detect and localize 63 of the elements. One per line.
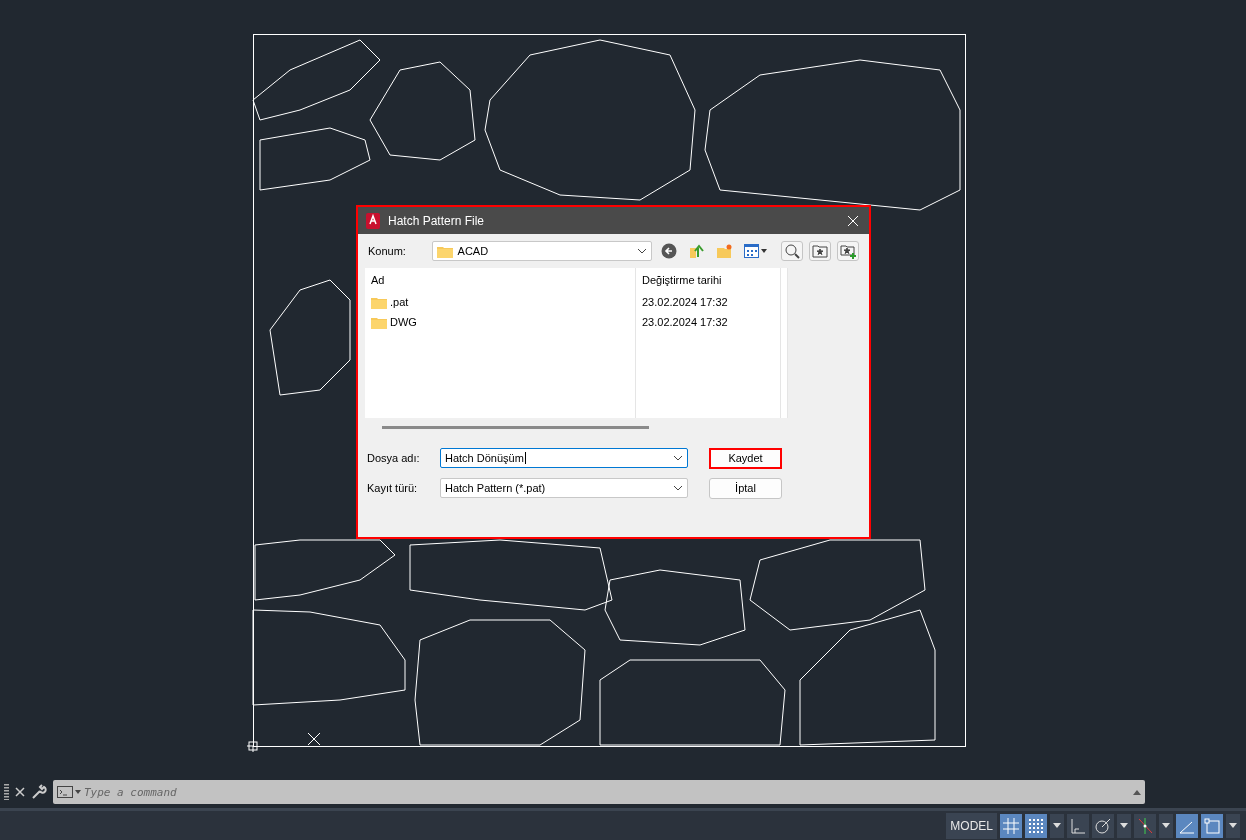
chevron-down-icon[interactable] bbox=[637, 248, 648, 254]
new-folder-icon bbox=[716, 244, 733, 258]
wrench-icon[interactable] bbox=[31, 784, 47, 800]
terminal-icon bbox=[57, 786, 81, 798]
file-row[interactable]: DWG bbox=[365, 312, 636, 332]
app-logo-icon bbox=[366, 212, 380, 229]
folder-star-plus-icon bbox=[840, 243, 857, 259]
location-dropdown[interactable]: ACAD bbox=[431, 241, 653, 261]
grip-icon bbox=[4, 784, 9, 800]
view-grid-icon bbox=[743, 244, 768, 258]
location-label: Konum: bbox=[368, 245, 407, 257]
command-line-field[interactable]: Type a command bbox=[53, 780, 1145, 804]
caret-down-icon[interactable] bbox=[1229, 823, 1237, 828]
cancel-button[interactable]: İptal bbox=[709, 477, 782, 499]
caret-down-icon[interactable] bbox=[1120, 823, 1128, 828]
folder-icon bbox=[371, 295, 387, 309]
folder-icon bbox=[436, 244, 453, 258]
file-type-dropdown[interactable]: Hatch Pattern (*.pat) bbox=[440, 478, 688, 498]
right-angle-icon bbox=[1070, 817, 1086, 834]
status-toggle-button[interactable] bbox=[1067, 813, 1089, 838]
chevron-down-icon[interactable] bbox=[673, 485, 683, 491]
search-icon bbox=[784, 243, 801, 259]
column-header[interactable]: Ad bbox=[365, 268, 636, 292]
status-toggle-button[interactable] bbox=[1201, 813, 1223, 838]
status-menu-button[interactable] bbox=[1159, 813, 1173, 838]
status-toggle-button[interactable] bbox=[1176, 813, 1198, 838]
model-tab[interactable]: MODEL bbox=[946, 812, 997, 839]
close-icon[interactable] bbox=[15, 787, 25, 797]
folder-up-icon bbox=[688, 243, 705, 259]
crosshair-icon bbox=[1137, 817, 1153, 834]
favorites-button[interactable] bbox=[809, 241, 832, 261]
chevron-down-icon[interactable] bbox=[673, 455, 683, 461]
status-toggle-button[interactable] bbox=[1134, 813, 1156, 838]
caret-up-icon[interactable] bbox=[1133, 789, 1141, 795]
folder-icon bbox=[371, 315, 387, 329]
dot-grid-icon bbox=[1029, 818, 1043, 833]
filename-field[interactable]: Hatch Dönüşüm bbox=[440, 448, 688, 468]
file-type-label: Kayıt türü: bbox=[367, 482, 419, 494]
file-name: DWG bbox=[390, 316, 417, 328]
status-toggle-button[interactable] bbox=[1092, 813, 1114, 838]
close-icon bbox=[847, 214, 859, 227]
status-toggle-button[interactable] bbox=[1000, 813, 1022, 838]
selection-box-icon bbox=[1204, 817, 1220, 834]
status-menu-button[interactable] bbox=[1050, 813, 1064, 838]
add-favorite-button[interactable] bbox=[837, 241, 859, 261]
status-menu-button[interactable] bbox=[1117, 813, 1131, 838]
filename-label: Dosya adı: bbox=[367, 452, 421, 464]
status-menu-button[interactable] bbox=[1226, 813, 1240, 838]
file-name: .pat bbox=[390, 296, 409, 308]
folder-star-icon bbox=[812, 244, 829, 258]
search-web-button[interactable] bbox=[781, 241, 804, 261]
file-row[interactable]: .pat bbox=[365, 292, 636, 312]
grid-icon bbox=[1003, 817, 1019, 834]
save-button[interactable]: Kaydet bbox=[709, 447, 782, 469]
modified-date-cell: 23.02.2024 17:32 bbox=[636, 312, 781, 332]
polar-tracking-icon bbox=[1095, 817, 1111, 834]
status-toggle-button[interactable] bbox=[1025, 813, 1047, 838]
caret-down-icon[interactable] bbox=[1162, 823, 1170, 828]
modified-date-cell: 23.02.2024 17:32 bbox=[636, 292, 781, 312]
caret-down-icon[interactable] bbox=[1053, 823, 1061, 828]
dialog-title: Hatch Pattern File bbox=[388, 213, 486, 228]
column-header[interactable]: Değiştirme tarihi bbox=[636, 268, 781, 292]
horizontal-scrollbar[interactable] bbox=[382, 426, 649, 429]
